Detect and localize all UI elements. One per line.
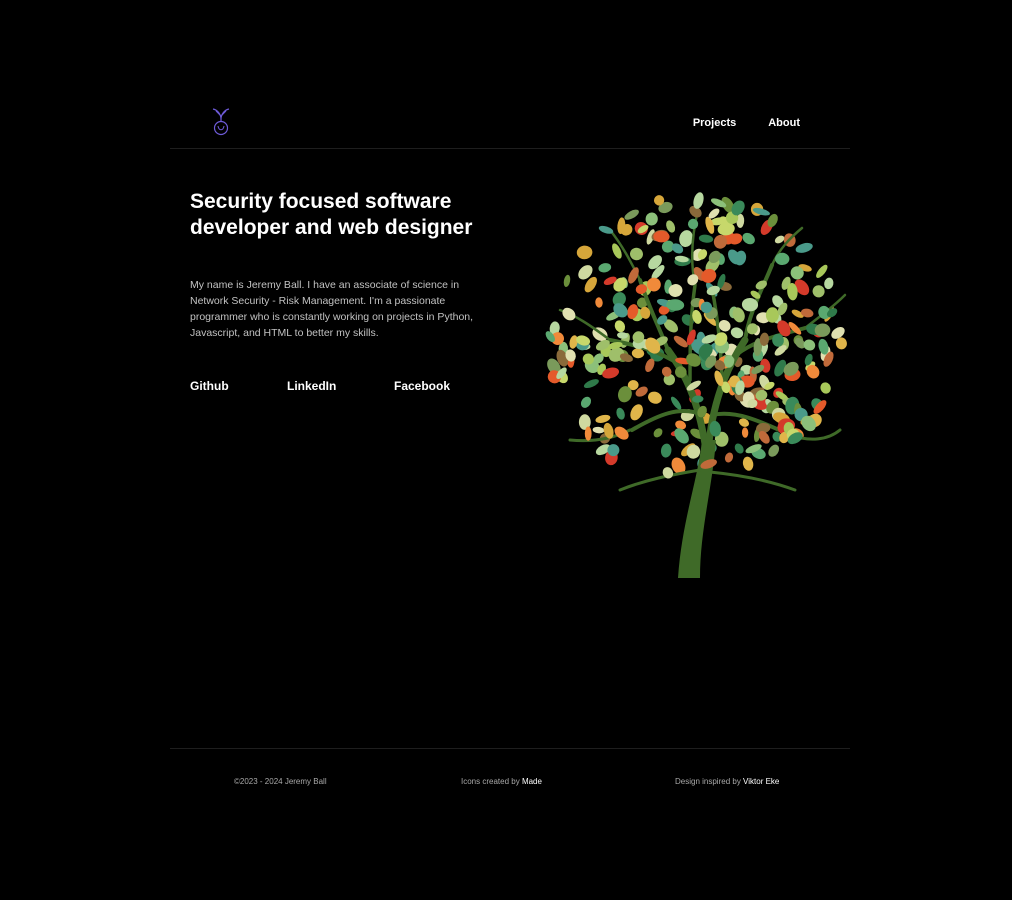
leaf [614,320,626,333]
hero-title-line1: Security focused software [190,190,452,213]
leaf [592,426,605,434]
leaf [562,307,576,321]
leaf [563,274,571,288]
footer-design-link[interactable]: Viktor Eke [743,777,779,786]
leaf [630,404,643,421]
footer-icons-credit: Icons created by Made [461,777,542,786]
leaf [616,407,625,420]
footer-design-credit: Design inspired by Viktor Eke [675,777,779,786]
leaf [824,277,834,290]
leaf [584,426,592,441]
leaf [812,285,825,298]
leaf [742,456,754,471]
leaf [595,414,611,423]
leaf [595,297,603,308]
leaf [580,396,592,408]
hero-description: My name is Jeremy Ball. I have an associ… [190,279,474,339]
leaf [698,234,714,243]
leaf [576,245,593,260]
leaf [768,444,780,457]
leaf [614,426,629,440]
site-footer: ©2023 - 2024 Jeremy Ball Icons created b… [170,748,850,808]
footer-icons-link[interactable]: Made [522,777,542,786]
leaf [795,242,813,253]
site-header: Projects About [170,100,850,149]
leaf [583,379,599,389]
hero-title: Security focused software developer and … [190,189,510,241]
leaf [648,391,662,404]
facebook-link[interactable]: Facebook [394,379,450,393]
nav-projects-link[interactable]: Projects [693,117,736,129]
linkedin-link[interactable]: LinkedIn [287,379,336,393]
tree-illustration [540,190,860,585]
leaf [653,428,663,438]
leaf [645,212,658,226]
leaf [774,235,785,244]
leaf [816,264,828,278]
leaf [630,247,643,261]
leaf [741,427,749,438]
leaf [803,339,816,351]
github-link[interactable]: Github [190,379,229,393]
hero-title-line2: developer and web designer [190,216,473,239]
sprout-icon[interactable] [210,107,232,137]
leaf [660,443,672,458]
leaf [742,232,755,245]
leaf [598,263,612,273]
footer-icons-prefix: Icons created by [461,777,520,786]
leaf [670,396,682,410]
leaf [820,382,831,394]
nav-about-link[interactable]: About [768,117,800,129]
footer-copyright: ©2023 - 2024 Jeremy Ball [234,777,327,786]
main-nav: Projects About [693,117,800,129]
footer-design-prefix: Design inspired by [675,777,741,786]
leaf [687,218,699,230]
leaf [624,209,639,220]
leaf [724,452,734,463]
leaf [734,443,744,454]
